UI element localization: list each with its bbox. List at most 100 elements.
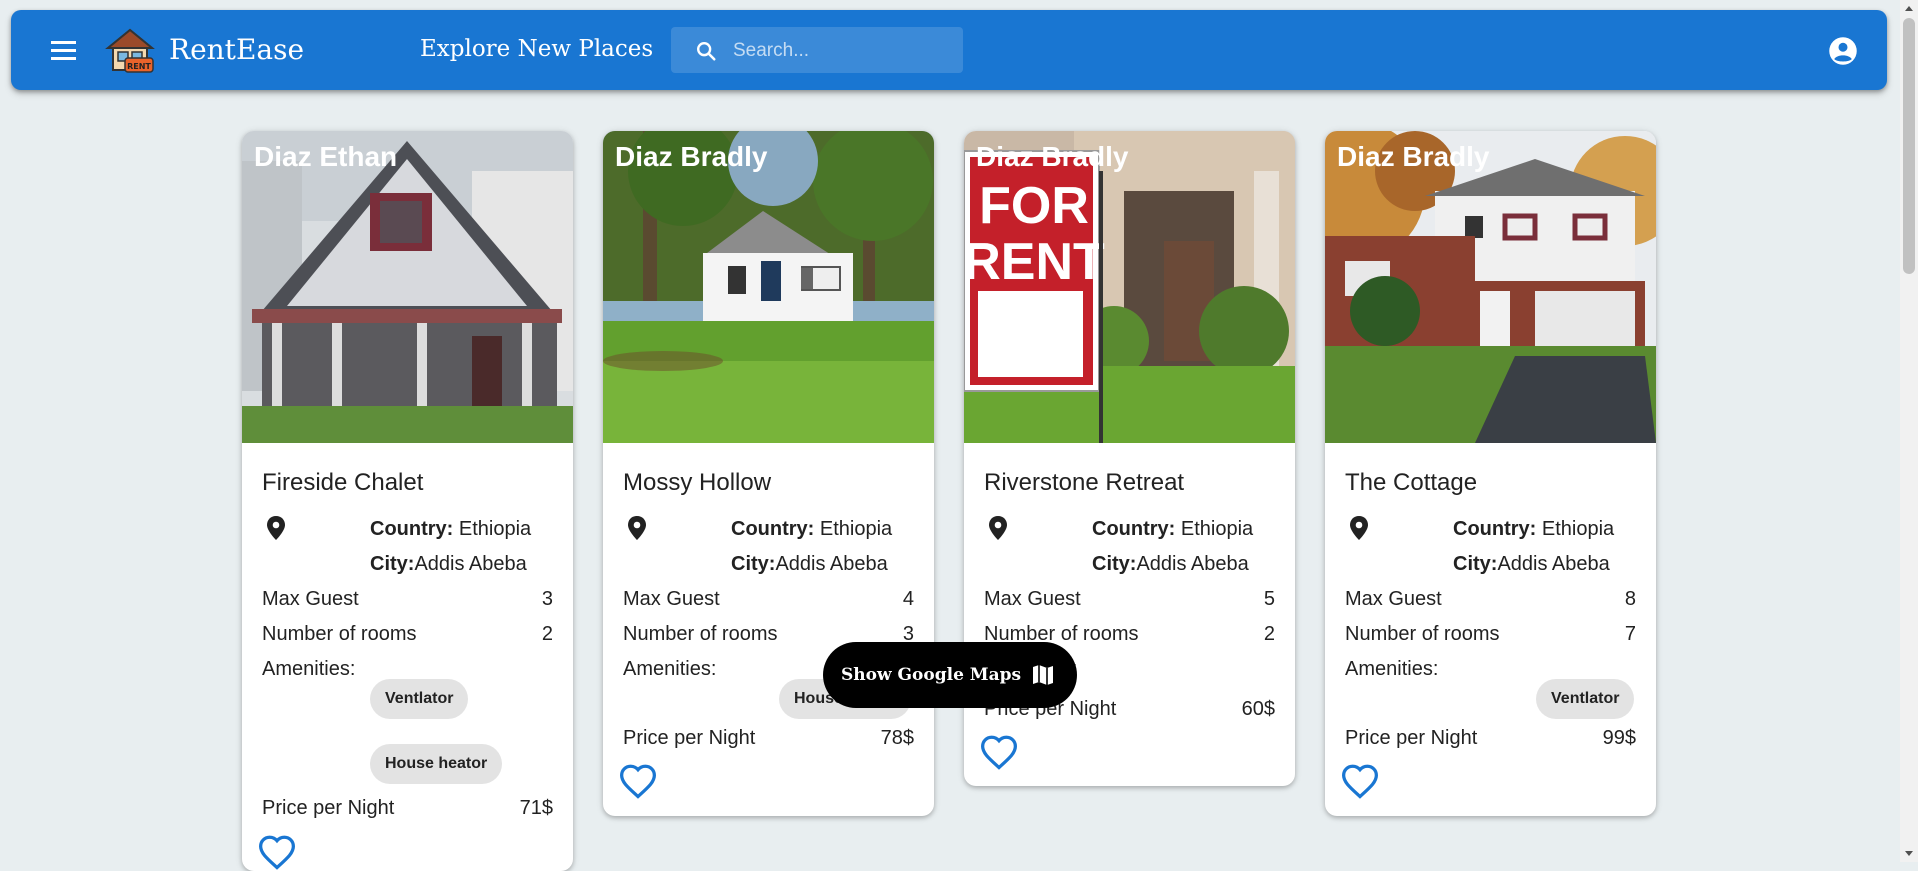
price-value: 60$ — [1241, 698, 1275, 720]
page-heading: Explore New Places — [420, 36, 654, 62]
rooms-value: 2 — [541, 623, 553, 645]
city-line: City:Addis Abeba — [1092, 551, 1249, 577]
city-line: City:Addis Abeba — [1453, 551, 1610, 577]
max-guest-label: Max Guest — [262, 588, 359, 610]
country-label: Country: — [731, 518, 815, 540]
location-pin-icon — [1350, 516, 1368, 540]
max-guest-row: Max Guest 4 — [623, 586, 914, 612]
country-line: Country: Ethiopia — [1453, 516, 1614, 542]
listing-photo[interactable]: Diaz Ethan — [242, 131, 573, 443]
listing-photo[interactable]: FOR RENT Diaz Bradly — [964, 131, 1295, 443]
city-label: City: — [1092, 553, 1137, 575]
heart-outline-icon[interactable] — [979, 734, 1019, 770]
amenity-chip[interactable]: Ventlator — [1536, 679, 1635, 719]
app-bar: RENT RentEase Explore New Places — [11, 10, 1887, 90]
city-line: City:Addis Abeba — [370, 551, 527, 577]
max-guest-label: Max Guest — [623, 588, 720, 610]
price-value: 71$ — [519, 797, 553, 819]
city-line: City:Addis Abeba — [731, 551, 888, 577]
vertical-scrollbar[interactable] — [1900, 0, 1918, 862]
amenity-chip[interactable]: House heator — [370, 744, 503, 784]
listing-title: Riverstone Retreat — [984, 469, 1185, 496]
search-box[interactable] — [671, 27, 963, 75]
country-value: Ethiopia — [1180, 518, 1254, 540]
max-guest-value: 3 — [541, 588, 553, 610]
amenities-label: Amenities: — [262, 658, 356, 680]
price-row: Price per Night 78$ — [623, 725, 914, 751]
listing-title: Fireside Chalet — [262, 469, 424, 496]
rooms-label: Number of rooms — [262, 623, 417, 645]
owner-name: Diaz Bradly — [1337, 141, 1490, 172]
owner-name: Diaz Bradly — [976, 141, 1129, 172]
menu-icon[interactable] — [45, 35, 81, 65]
country-line: Country: Ethiopia — [731, 516, 892, 542]
listing-photo[interactable]: Diaz Bradly — [1325, 131, 1656, 443]
rooms-label: Number of rooms — [1345, 623, 1500, 645]
country-line: Country: Ethiopia — [370, 516, 531, 542]
heart-outline-icon[interactable] — [257, 834, 297, 870]
account-circle-icon[interactable] — [1828, 36, 1858, 66]
owner-name: Diaz Ethan — [254, 141, 398, 172]
listing-title: Mossy Hollow — [623, 469, 772, 496]
city-value: Addis Abeba — [414, 553, 527, 575]
search-icon — [697, 42, 716, 61]
country-value: Ethiopia — [1541, 518, 1615, 540]
location-pin-icon — [628, 516, 646, 540]
country-label: Country: — [1453, 518, 1537, 540]
price-label: Price per Night — [623, 727, 756, 749]
scroll-up-arrow[interactable] — [1905, 6, 1913, 11]
rooms-value: 7 — [1624, 623, 1636, 645]
price-label: Price per Night — [262, 797, 395, 819]
city-label: City: — [731, 553, 776, 575]
amenities-label: Amenities: — [623, 658, 717, 680]
heart-outline-icon[interactable] — [618, 763, 658, 799]
max-guest-value: 5 — [1263, 588, 1275, 610]
city-label: City: — [1453, 553, 1498, 575]
country-value: Ethiopia — [458, 518, 532, 540]
price-label: Price per Night — [1345, 727, 1478, 749]
listing-card[interactable]: Diaz Ethan Fireside Chalet Country: Ethi… — [242, 131, 573, 871]
rooms-label: Number of rooms — [623, 623, 778, 645]
city-value: Addis Abeba — [1497, 553, 1610, 575]
listing-card[interactable]: Diaz Bradly Mossy Hollow Country: Ethiop… — [603, 131, 934, 816]
max-guest-value: 4 — [902, 588, 914, 610]
max-guest-value: 8 — [1624, 588, 1636, 610]
scrollbar-thumb[interactable] — [1903, 18, 1915, 274]
location-pin-icon — [989, 516, 1007, 540]
max-guest-label: Max Guest — [1345, 588, 1442, 610]
listing-photo[interactable]: Diaz Bradly — [603, 131, 934, 443]
city-label: City: — [370, 553, 415, 575]
heart-outline-icon[interactable] — [1340, 763, 1380, 799]
max-guest-row: Max Guest 8 — [1345, 586, 1636, 612]
price-row: Price per Night 99$ — [1345, 725, 1636, 751]
brand-name[interactable]: RentEase — [169, 30, 304, 70]
rooms-value: 2 — [1263, 623, 1275, 645]
price-value: 99$ — [1602, 727, 1636, 749]
listing-title: The Cottage — [1345, 469, 1478, 496]
sign-text: FOR — [979, 177, 1089, 235]
sign-text: RENT — [964, 233, 1105, 291]
owner-name: Diaz Bradly — [615, 141, 768, 172]
search-input[interactable] — [731, 27, 955, 75]
price-row: Price per Night 71$ — [262, 795, 553, 821]
amenity-chip[interactable]: Ventlator — [370, 679, 469, 719]
max-guest-row: Max Guest 5 — [984, 586, 1275, 612]
rooms-row: Number of rooms 7 — [1345, 621, 1636, 647]
max-guest-row: Max Guest 3 — [262, 586, 553, 612]
country-label: Country: — [1092, 518, 1176, 540]
scroll-down-arrow[interactable] — [1905, 851, 1913, 856]
city-value: Addis Abeba — [775, 553, 888, 575]
rooms-row: Number of rooms 2 — [262, 621, 553, 647]
location-pin-icon — [267, 516, 285, 540]
svg-text:RENT: RENT — [127, 62, 151, 71]
country-label: Country: — [370, 518, 454, 540]
listing-card[interactable]: Diaz Bradly The Cottage Country: Ethiopi… — [1325, 131, 1656, 816]
country-value: Ethiopia — [819, 518, 893, 540]
map-icon — [1033, 665, 1053, 685]
amenities-label: Amenities: — [1345, 658, 1439, 680]
show-google-maps-button[interactable]: Show Google Maps — [823, 642, 1077, 708]
show-google-maps-label: Show Google Maps — [841, 665, 1022, 685]
max-guest-label: Max Guest — [984, 588, 1081, 610]
house-rent-logo: RENT — [105, 28, 155, 74]
country-line: Country: Ethiopia — [1092, 516, 1253, 542]
